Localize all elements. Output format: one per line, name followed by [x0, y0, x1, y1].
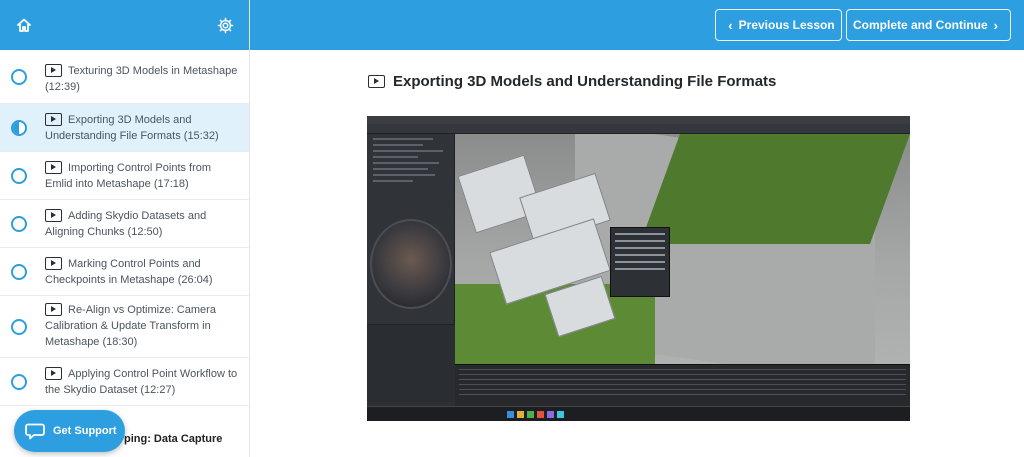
video-3d-model-view [455, 134, 910, 364]
lesson-item[interactable]: Importing Control Points from Emlid into… [0, 152, 249, 200]
incomplete-circle-icon [11, 167, 27, 184]
lesson-title: Exporting 3D Models and Understanding Fi… [368, 73, 776, 90]
lesson-label: Texturing 3D Models in Metashape (12:39) [45, 65, 238, 93]
lesson-list: Texturing 3D Models in Metashape (12:39)… [0, 50, 249, 406]
incomplete-circle-icon [11, 68, 27, 85]
lesson-content: Exporting 3D Models and Understanding Fi… [250, 50, 1024, 457]
complete-and-continue-button[interactable]: Complete and Continue › [846, 9, 1011, 41]
lesson-item-active[interactable]: Exporting 3D Models and Understanding Fi… [0, 104, 249, 152]
complete-and-continue-label: Complete and Continue [852, 18, 988, 32]
video-play-icon [45, 303, 62, 316]
video-play-icon [45, 257, 62, 270]
video-app-menubar [367, 116, 910, 124]
get-support-button[interactable]: Get Support [14, 410, 125, 452]
previous-lesson-label: Previous Lesson [738, 18, 835, 32]
chat-bubble-icon [25, 423, 45, 440]
grass-area [639, 134, 910, 244]
incomplete-circle-icon [11, 263, 27, 280]
previous-lesson-button[interactable]: ‹ Previous Lesson [715, 9, 842, 41]
lesson-item[interactable]: Adding Skydio Datasets and Aligning Chun… [0, 200, 249, 248]
lesson-item[interactable]: Applying Control Point Workflow to the S… [0, 358, 249, 406]
lesson-item[interactable]: Texturing 3D Models in Metashape (12:39) [0, 50, 249, 104]
incomplete-circle-icon [11, 373, 27, 390]
incomplete-circle-icon [11, 215, 27, 232]
lesson-label: Re-Align vs Optimize: Camera Calibration… [45, 304, 216, 348]
lesson-label: Adding Skydio Datasets and Aligning Chun… [45, 210, 207, 238]
in-progress-circle-icon [11, 119, 27, 136]
app: Texturing 3D Models in Metashape (12:39)… [0, 0, 1024, 457]
lesson-label: Applying Control Point Workflow to the S… [45, 368, 238, 396]
video-app-toolbar [367, 124, 910, 134]
lesson-label: Importing Control Points from Emlid into… [45, 162, 212, 190]
top-bar: ‹ Previous Lesson Complete and Continue … [250, 0, 1024, 50]
lesson-label: Marking Control Points and Checkpoints i… [45, 258, 213, 286]
chevron-right-icon: › [993, 17, 998, 33]
lesson-title-text: Exporting 3D Models and Understanding Fi… [393, 73, 777, 90]
video-play-icon [368, 75, 385, 88]
video-play-icon [45, 209, 62, 222]
video-photos-table [455, 364, 910, 406]
sidebar-header [0, 0, 249, 50]
sidebar: Texturing 3D Models in Metashape (12:39)… [0, 0, 250, 457]
lesson-item[interactable]: Marking Control Points and Checkpoints i… [0, 248, 249, 296]
incomplete-circle-icon [11, 318, 27, 335]
export-dialog [610, 227, 670, 297]
video-play-icon [45, 64, 62, 77]
lesson-item[interactable]: Re-Align vs Optimize: Camera Calibration… [0, 296, 249, 358]
get-support-label: Get Support [53, 425, 117, 437]
lesson-label: Exporting 3D Models and Understanding Fi… [45, 114, 219, 142]
gear-icon[interactable] [211, 11, 239, 39]
presenter-webcam [370, 219, 452, 309]
video-properties-panel [367, 324, 455, 402]
section-title-text: ping: Data Capture [124, 433, 223, 445]
video-player[interactable] [367, 116, 910, 421]
video-play-icon [45, 161, 62, 174]
home-icon[interactable] [10, 11, 38, 39]
video-play-icon [45, 113, 62, 126]
chevron-left-icon: ‹ [728, 17, 733, 33]
video-taskbar [367, 406, 910, 421]
video-play-icon [45, 367, 62, 380]
